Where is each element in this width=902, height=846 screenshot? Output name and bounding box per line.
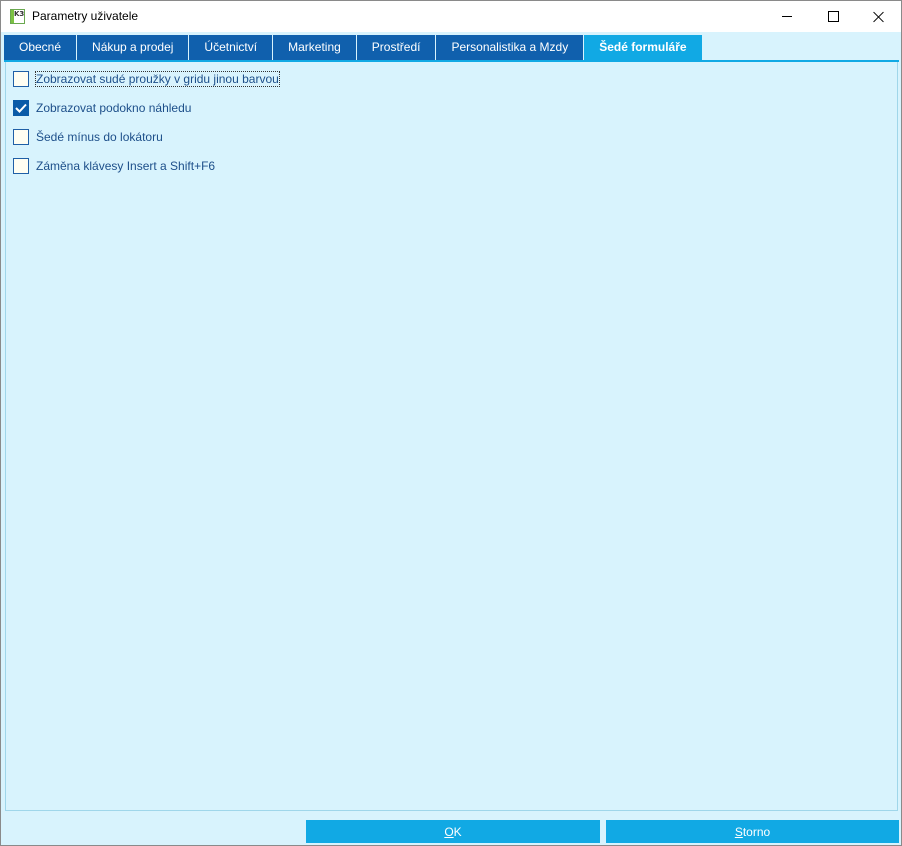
option-sede-minus[interactable]: Šedé mínus do lokátoru (13, 128, 163, 146)
tab-sede-formulare[interactable]: Šedé formuláře (584, 35, 702, 60)
minimize-icon (782, 16, 792, 17)
tab-marketing[interactable]: Marketing (273, 35, 356, 60)
option-zamena-klavesy[interactable]: Záměna klávesy Insert a Shift+F6 (13, 157, 215, 175)
close-button[interactable] (856, 1, 902, 32)
dialog-window: Parametry uživatele Obecné Nákup a prode… (0, 0, 902, 846)
close-icon (873, 11, 885, 23)
tab-ucetnictvi[interactable]: Účetnictví (189, 35, 273, 60)
ok-button-label: K (453, 824, 462, 839)
storno-button[interactable]: Storno (606, 820, 899, 843)
tab-obecne[interactable]: Obecné (4, 35, 77, 60)
tab-nakup-a-prodej[interactable]: Nákup a prodej (77, 35, 189, 60)
checkbox-podokno-nahledu[interactable] (13, 100, 29, 116)
checkbox-sede-minus[interactable] (13, 129, 29, 145)
tab-bar: Obecné Nákup a prodej Účetnictví Marketi… (4, 35, 703, 61)
maximize-button[interactable] (810, 1, 856, 32)
tab-personalistika-a-mzdy[interactable]: Personalistika a Mzdy (436, 35, 584, 60)
ok-button-accel: O (444, 824, 454, 839)
option-label[interactable]: Šedé mínus do lokátoru (36, 130, 163, 144)
minimize-button[interactable] (764, 1, 810, 32)
checkmark-icon (15, 103, 27, 113)
tab-prostredi[interactable]: Prostředí (356, 35, 436, 60)
storno-button-accel: S (734, 824, 743, 839)
option-podokno-nahledu[interactable]: Zobrazovat podokno náhledu (13, 99, 191, 117)
window-title: Parametry uživatele (32, 9, 139, 23)
checkbox-sude-prouzky[interactable] (13, 71, 29, 87)
option-label[interactable]: Zobrazovat sudé proužky v gridu jinou ba… (35, 71, 280, 87)
option-label[interactable]: Záměna klávesy Insert a Shift+F6 (36, 159, 215, 173)
storno-button-label: torno (742, 824, 771, 839)
title-bar[interactable]: Parametry uživatele (1, 1, 901, 32)
option-sude-prouzky[interactable]: Zobrazovat sudé proužky v gridu jinou ba… (13, 70, 280, 88)
ok-button[interactable]: OK (306, 820, 600, 843)
maximize-icon (827, 11, 839, 22)
tab-panel: Zobrazovat sudé proužky v gridu jinou ba… (5, 62, 898, 811)
option-label[interactable]: Zobrazovat podokno náhledu (36, 101, 191, 115)
checkbox-zamena-klavesy[interactable] (13, 158, 29, 174)
app-icon (10, 9, 25, 24)
